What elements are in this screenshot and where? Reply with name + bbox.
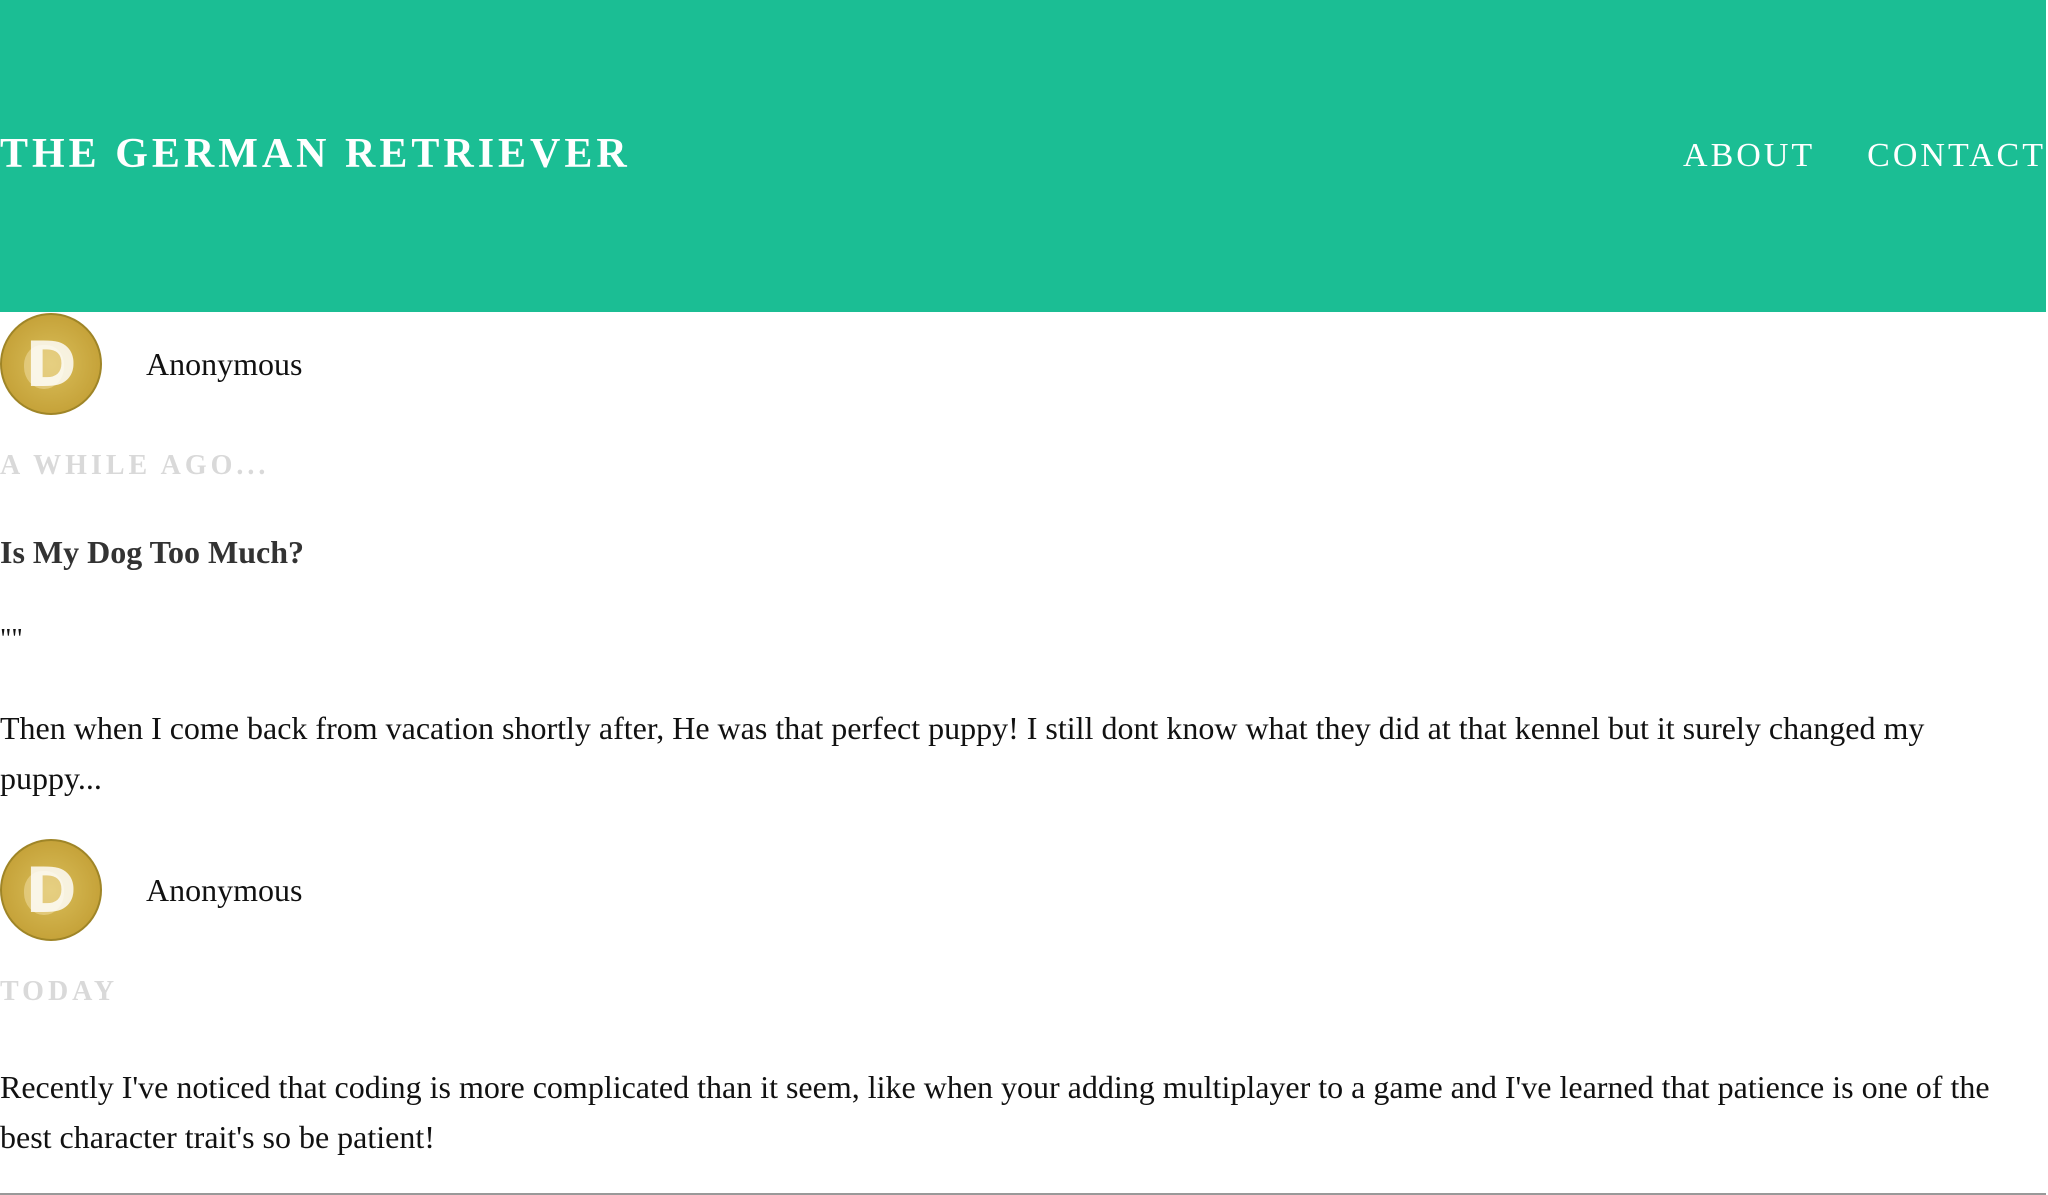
avatar-letter: D — [25, 327, 77, 401]
page: THE GERMAN RETRIEVER ABOUT CONTACT D Ano… — [0, 0, 2048, 1195]
author-name: Anonymous — [146, 345, 303, 382]
nav-link-contact[interactable]: CONTACT — [1867, 135, 2046, 177]
doge-coin-avatar-icon: D — [0, 313, 102, 415]
post-quote: "" — [0, 624, 23, 655]
main-nav: ABOUT CONTACT — [1683, 135, 2046, 177]
post-date: TODAY — [0, 976, 119, 1007]
avatar-letter: D — [25, 853, 77, 927]
post-author: D Anonymous — [0, 838, 302, 942]
post-date: A WHILE AGO... — [0, 450, 270, 481]
author-name: Anonymous — [146, 871, 303, 908]
post-title: Is My Dog Too Much? — [0, 534, 305, 570]
doge-coin-avatar-icon: D — [0, 839, 102, 941]
site-header: THE GERMAN RETRIEVER ABOUT CONTACT — [0, 0, 2046, 312]
post-body: Recently I've noticed that coding is mor… — [0, 1069, 1990, 1155]
post-author: D Anonymous — [0, 312, 302, 416]
post-body: Then when I come back from vacation shor… — [0, 710, 1925, 796]
nav-link-about[interactable]: ABOUT — [1683, 135, 1815, 177]
site-title[interactable]: THE GERMAN RETRIEVER — [0, 128, 631, 180]
